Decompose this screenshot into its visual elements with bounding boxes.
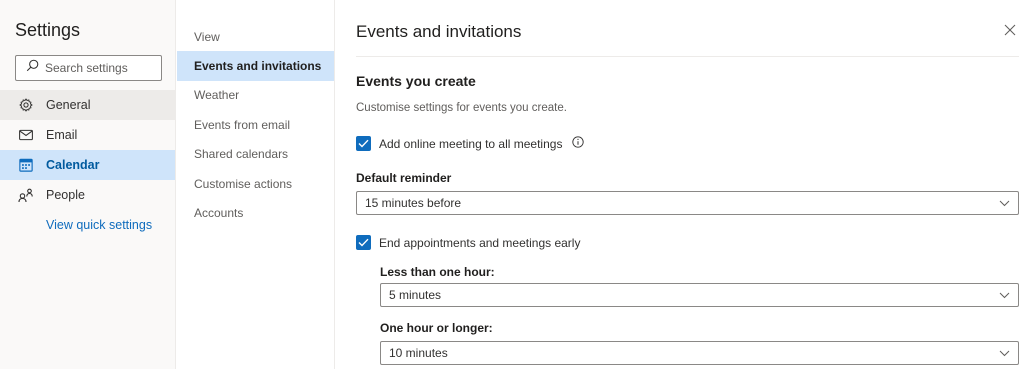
section-title: Events you create <box>356 73 476 89</box>
end-early-row: End appointments and meetings early <box>356 235 580 250</box>
subnav-item-events-invitations[interactable]: Events and invitations <box>177 51 334 81</box>
sidebar-item-label: General <box>46 98 91 112</box>
sidebar-item-calendar[interactable]: Calendar <box>0 150 175 180</box>
dropdown-value: 5 minutes <box>389 288 442 302</box>
calendar-icon <box>18 157 34 173</box>
hour-or-longer-dropdown[interactable]: 10 minutes <box>380 341 1019 365</box>
chevron-down-icon <box>999 288 1010 302</box>
end-early-checkbox[interactable] <box>356 235 371 250</box>
check-icon <box>358 139 369 148</box>
online-meeting-row: Add online meeting to all meetings <box>356 136 585 151</box>
check-icon <box>358 238 369 247</box>
calendar-subnav: View Events and invitations Weather Even… <box>177 0 335 369</box>
info-icon[interactable] <box>572 136 585 151</box>
chevron-down-icon <box>999 346 1010 360</box>
subnav-item-view[interactable]: View <box>177 22 334 52</box>
sidebar-item-general[interactable]: General <box>0 90 175 120</box>
close-icon <box>1004 23 1016 40</box>
view-quick-settings-link[interactable]: View quick settings <box>46 218 152 232</box>
settings-panel: Events and invitations Events you create… <box>336 0 1019 369</box>
sidebar-item-label: Calendar <box>46 158 100 172</box>
people-icon <box>18 187 34 203</box>
default-reminder-label: Default reminder <box>356 171 452 185</box>
online-meeting-label: Add online meeting to all meetings <box>379 136 563 151</box>
sidebar-item-label: Email <box>46 128 78 142</box>
sidebar-item-email[interactable]: Email <box>0 120 175 150</box>
search-input[interactable] <box>45 61 155 75</box>
subnav-item-accounts[interactable]: Accounts <box>177 198 334 228</box>
chevron-down-icon <box>999 196 1010 210</box>
end-early-label: End appointments and meetings early <box>379 235 581 250</box>
subnav-item-weather[interactable]: Weather <box>177 80 334 110</box>
subnav-item-events-from-email[interactable]: Events from email <box>177 110 334 140</box>
less-than-hour-label: Less than one hour: <box>380 265 495 279</box>
search-box[interactable] <box>15 55 162 81</box>
sidebar-item-people[interactable]: People <box>0 180 175 210</box>
dropdown-value: 15 minutes before <box>365 196 462 210</box>
gear-icon <box>18 97 34 113</box>
dropdown-value: 10 minutes <box>389 346 448 360</box>
subnav-item-customise-actions[interactable]: Customise actions <box>177 169 334 199</box>
less-than-hour-dropdown[interactable]: 5 minutes <box>380 283 1019 307</box>
search-icon <box>26 59 39 77</box>
sidebar-item-label: People <box>46 188 85 202</box>
close-button[interactable] <box>1004 23 1018 37</box>
subnav-item-shared-calendars[interactable]: Shared calendars <box>177 139 334 169</box>
mail-icon <box>18 127 34 143</box>
divider <box>356 56 1019 57</box>
panel-title: Events and invitations <box>356 22 522 41</box>
hour-or-longer-label: One hour or longer: <box>380 321 493 335</box>
settings-title: Settings <box>15 20 81 40</box>
default-reminder-dropdown[interactable]: 15 minutes before <box>356 191 1019 215</box>
section-description: Customise settings for events you create… <box>356 102 567 114</box>
online-meeting-checkbox[interactable] <box>356 136 371 151</box>
settings-sidebar: Settings General Email Calendar People V… <box>0 0 176 369</box>
